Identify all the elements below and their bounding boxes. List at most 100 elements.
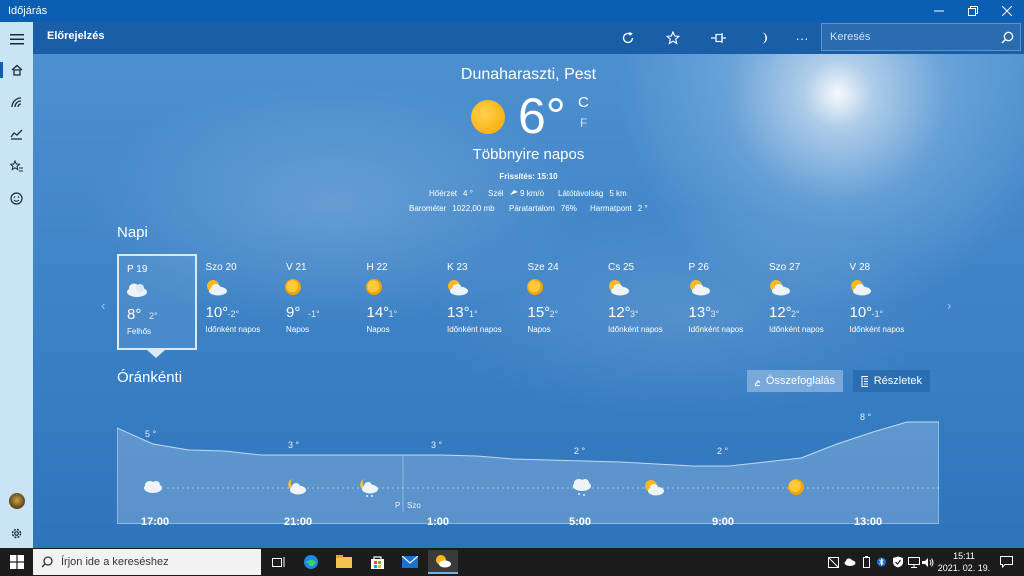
sun-icon xyxy=(471,100,505,134)
file-explorer-button[interactable] xyxy=(329,550,359,574)
day-tile[interactable]: P 26 13° 3° Időnként napos xyxy=(681,254,761,350)
day-tile[interactable]: H 22 14° 1° Napos xyxy=(359,254,439,350)
windows-logo-icon xyxy=(9,555,24,569)
daily-prev-arrow[interactable]: ‹ xyxy=(101,298,105,313)
selected-day-pointer xyxy=(147,350,165,358)
edge-icon xyxy=(304,555,318,569)
nav-historical[interactable] xyxy=(0,119,33,149)
tray-battery-icon[interactable] xyxy=(860,548,872,576)
partly-sunny-icon xyxy=(445,278,469,298)
store-button[interactable] xyxy=(362,550,392,574)
refresh-button[interactable] xyxy=(614,26,642,50)
moon-icon xyxy=(761,32,767,44)
mail-button[interactable] xyxy=(395,550,425,574)
current-condition: Többnyire napos xyxy=(472,146,585,163)
day-tile[interactable]: V 28 10° -1° Időnként napos xyxy=(842,254,922,350)
action-center-button[interactable] xyxy=(996,548,1016,576)
day-condition: Napos xyxy=(286,325,310,334)
tray-security-icon[interactable] xyxy=(891,548,905,576)
sun-icon xyxy=(526,278,550,298)
partly-sunny-icon xyxy=(767,278,791,298)
day-low-temp: 3° xyxy=(710,309,720,319)
day-low-temp: 1° xyxy=(388,309,398,319)
daily-next-arrow[interactable]: › xyxy=(947,298,951,313)
hourly-temp-label: 5 ° xyxy=(145,429,157,439)
start-button[interactable] xyxy=(0,548,33,576)
hamburger-icon xyxy=(9,34,24,45)
search-input[interactable] xyxy=(822,31,994,43)
taskbar-time: 15:11 xyxy=(953,551,975,561)
sun-icon xyxy=(365,278,389,298)
day-high-temp: 10° xyxy=(849,304,873,321)
nav-feedback[interactable] xyxy=(0,183,33,213)
metric-humidity: Páratartalom 76% xyxy=(509,204,577,213)
cloud-icon xyxy=(125,280,149,300)
account-button[interactable] xyxy=(0,486,33,516)
close-icon xyxy=(1002,6,1012,16)
tray-bluetooth-icon[interactable] xyxy=(875,548,887,576)
hourly-section-title: Óránkénti xyxy=(117,369,183,386)
day-tile[interactable]: P 19 8° 2° Felhős xyxy=(117,254,197,350)
minimize-icon xyxy=(934,10,944,12)
day-tile[interactable]: Szo 20 10° -2° Időnként napos xyxy=(198,254,278,350)
day-condition: Időnként napos xyxy=(447,325,502,334)
nav-maps[interactable] xyxy=(0,87,33,117)
hamburger-menu-button[interactable] xyxy=(0,24,33,54)
refresh-icon xyxy=(622,31,634,44)
unit-celsius-toggle[interactable]: C xyxy=(578,94,589,111)
metric-value: 5 km xyxy=(609,189,627,198)
tray-weather-icon[interactable] xyxy=(843,548,857,576)
wind-direction-icon xyxy=(509,190,518,195)
avatar xyxy=(8,493,25,509)
details-button[interactable]: Részletek xyxy=(853,370,930,392)
minimize-button[interactable] xyxy=(922,0,956,22)
task-view-button[interactable] xyxy=(264,550,294,574)
summary-button[interactable]: Összefoglalás xyxy=(747,370,843,392)
day-low-temp: -1° xyxy=(871,309,884,319)
weather-app-icon xyxy=(436,555,451,568)
day-tile[interactable]: K 23 13° 1° Időnként napos xyxy=(439,254,519,350)
metric-wind: Szél 9 km/ó xyxy=(488,189,544,198)
cloud-icon xyxy=(144,481,162,493)
edge-button[interactable] xyxy=(296,550,326,574)
day-tile[interactable]: V 21 9° -1° Napos xyxy=(278,254,358,350)
more-icon: ··· xyxy=(795,30,809,46)
pin-button[interactable] xyxy=(705,26,733,50)
taskbar-clock[interactable]: 15:11 2021. 02. 19. xyxy=(932,550,996,574)
partly-sunny-icon xyxy=(204,278,228,298)
taskbar-search-placeholder: Írjon ide a kereséshez xyxy=(61,556,169,568)
day-tile[interactable]: Cs 25 12° 3° Időnként napos xyxy=(600,254,680,350)
day-condition: Felhős xyxy=(127,327,152,336)
more-button[interactable]: ··· xyxy=(788,26,816,50)
favorite-button[interactable] xyxy=(659,26,687,50)
smiley-icon xyxy=(10,191,23,205)
search-button[interactable] xyxy=(994,31,1020,44)
tray-network-icon[interactable] xyxy=(908,548,920,576)
day-name: P 19 xyxy=(127,264,148,275)
home-icon xyxy=(11,64,22,76)
settings-button[interactable] xyxy=(0,518,33,548)
cloud-icon xyxy=(844,558,856,566)
day-name: Szo 27 xyxy=(769,262,801,273)
search-box[interactable] xyxy=(821,23,1021,51)
restore-button[interactable] xyxy=(956,0,990,22)
day-tile[interactable]: Szo 27 12° 2° Időnként napos xyxy=(761,254,841,350)
gear-icon xyxy=(11,528,22,538)
chart-icon xyxy=(10,129,23,140)
tray-notification-app-icon[interactable] xyxy=(826,548,840,576)
nav-favorites[interactable] xyxy=(0,151,33,181)
taskbar-search-box[interactable]: Írjon ide a kereséshez xyxy=(33,549,261,575)
unit-fahrenheit-toggle[interactable]: F xyxy=(580,116,587,130)
day-high-temp: 10° xyxy=(205,304,229,321)
windows-taskbar: Írjon ide a kereséshez 15:11 2021. 02. 1… xyxy=(0,548,1024,576)
nav-forecast[interactable] xyxy=(0,55,33,85)
bluetooth-icon xyxy=(876,557,886,567)
updated-time: Frissítés: 15:10 xyxy=(499,172,558,181)
close-button[interactable] xyxy=(990,0,1024,22)
dark-mode-button[interactable] xyxy=(749,26,777,50)
day-high-temp: 12° xyxy=(769,304,792,321)
hourly-time-label: 9:00 xyxy=(712,516,735,528)
weather-app-button[interactable] xyxy=(428,550,458,574)
app-header: Előrejelzés ··· xyxy=(33,22,1024,54)
day-tile[interactable]: Sze 24 15° 2° Napos xyxy=(520,254,600,350)
